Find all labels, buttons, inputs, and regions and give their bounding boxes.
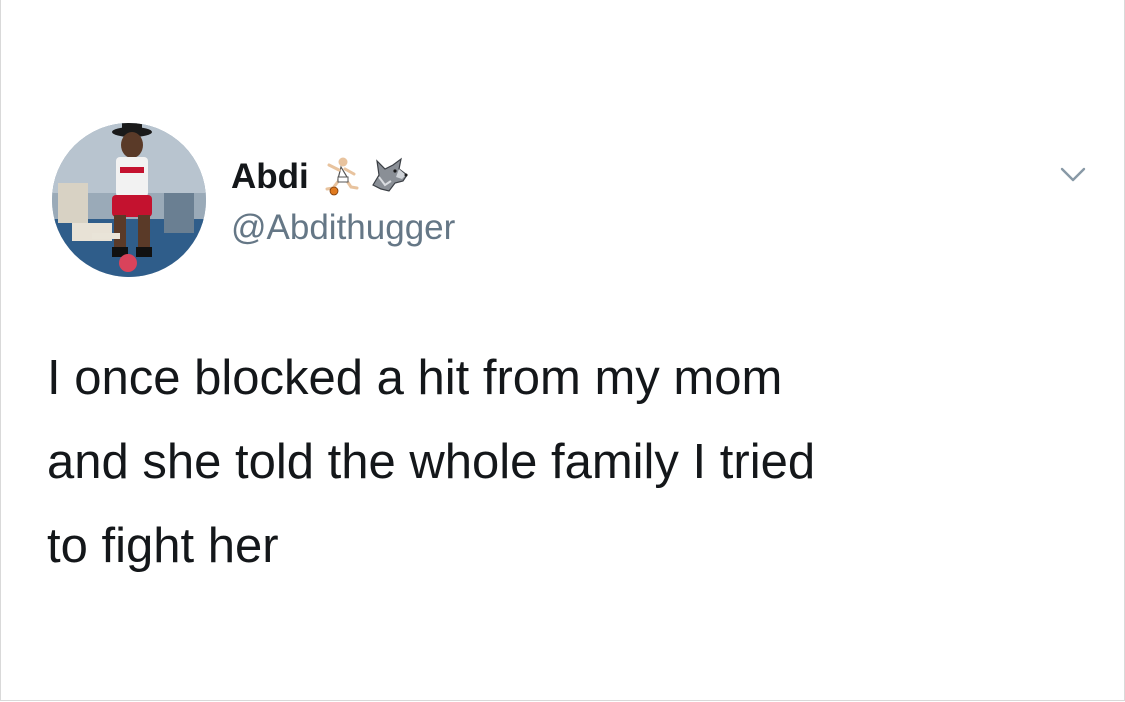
author-display-name[interactable]: Abdi [231,159,309,194]
wolf-icon [369,155,411,197]
tweet-line: to fight her [47,519,279,573]
chevron-down-icon[interactable] [1053,160,1093,188]
tweet-line: and she told the whole family I tried [47,435,816,489]
tweet-text: I once blocked a hit from my mom and she… [47,336,1087,588]
tweet-line: I once blocked a hit from my mom [47,351,783,405]
profile-avatar[interactable] [52,123,206,277]
basketball-player-icon [321,155,363,197]
avatar-photo [52,123,206,277]
author-handle[interactable]: @Abdithugger [231,207,455,249]
tweet-card: Abdi @Abdithugger I once blocked a hit f… [0,0,1125,701]
author-name-row: Abdi [231,151,411,201]
